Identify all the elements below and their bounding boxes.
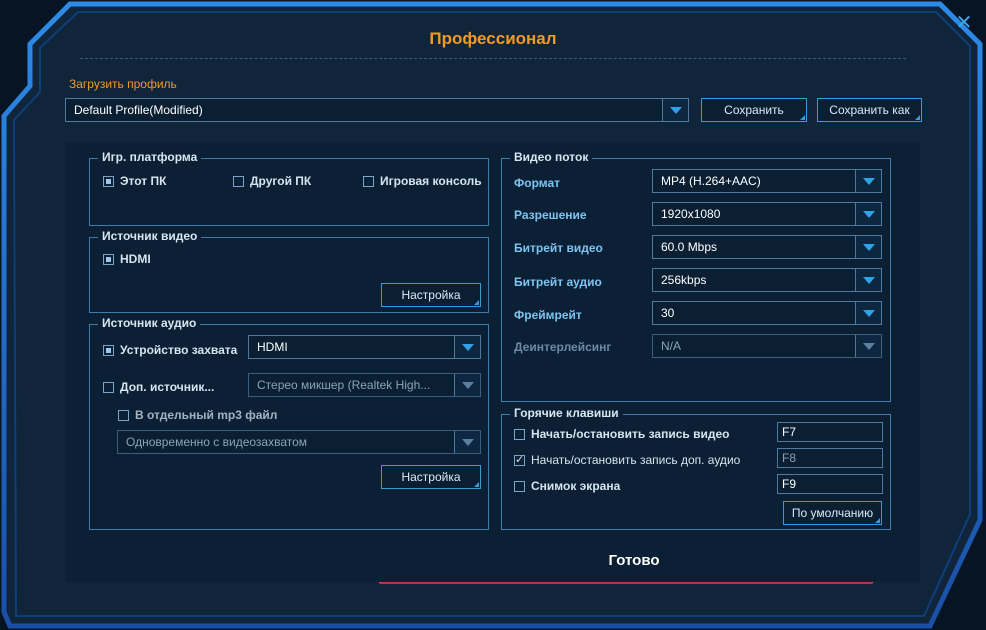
chevron-down-icon[interactable] — [855, 269, 881, 291]
hotkey-screenshot-label: Снимок экрана — [531, 479, 621, 493]
game-platform-title: Игр. платформа — [98, 150, 202, 164]
game-platform-group: Игр. платформа — [89, 150, 489, 226]
deinterlacing-label: Деинтерлейсинг — [514, 340, 612, 354]
platform-this-pc-label: Этот ПК — [120, 174, 167, 188]
capture-device-checkbox[interactable]: Устройство захвата — [103, 343, 237, 357]
checkbox-box[interactable] — [233, 175, 244, 187]
framerate-select[interactable]: 30 — [652, 301, 882, 325]
chevron-down-icon[interactable] — [454, 336, 480, 358]
chevron-down-icon[interactable] — [454, 374, 480, 396]
format-label: Формат — [514, 176, 561, 190]
hotkey-record-audio-checkbox[interactable]: Начать/остановить запись доп. аудио — [514, 453, 740, 467]
checkbox-box[interactable] — [514, 453, 525, 466]
extra-source-checkbox[interactable]: Доп. источник... — [103, 380, 214, 394]
capture-device-select[interactable]: HDMI — [248, 335, 481, 359]
checkbox-box[interactable] — [118, 409, 129, 421]
capture-device-value: HDMI — [257, 340, 288, 354]
extra-source-label: Доп. источник... — [120, 380, 215, 394]
window-title: Профессионал — [429, 29, 557, 48]
hotkey-record-video-checkbox[interactable]: Начать/остановить запись видео — [514, 427, 729, 441]
hotkey-record-video-input[interactable]: F7 — [777, 422, 883, 442]
hotkeys-defaults-button[interactable]: По умолчанию — [783, 501, 882, 525]
hotkey-screenshot-input[interactable]: F9 — [777, 474, 883, 494]
professional-settings-window: ✕ Профессионал Загрузить профиль Default… — [0, 0, 986, 630]
resolution-value: 1920x1080 — [661, 207, 721, 221]
hotkey-record-video-label: Начать/остановить запись видео — [531, 427, 730, 441]
checkbox-box[interactable] — [103, 381, 114, 393]
mp3-file-label: В отдельный mp3 файл — [135, 408, 278, 422]
format-value: MP4 (H.264+AAC) — [661, 174, 761, 188]
video-source-settings-button[interactable]: Настройка — [381, 283, 481, 307]
extra-source-value: Стерео микшер (Realtek High... — [257, 378, 431, 392]
extra-source-select[interactable]: Стерео микшер (Realtek High... — [248, 373, 481, 397]
checkbox-box[interactable] — [363, 175, 374, 187]
profile-select-value: Default Profile(Modified) — [74, 103, 203, 117]
title-divider — [80, 58, 906, 59]
audio-bitrate-select[interactable]: 256kbps — [652, 268, 882, 292]
save-profile-as-button[interactable]: Сохранить как — [817, 98, 922, 122]
resolution-label: Разрешение — [514, 208, 587, 222]
framerate-label: Фреймрейт — [514, 308, 582, 322]
done-button-label: Готово — [608, 552, 660, 569]
video-source-title: Источник видео — [98, 229, 202, 243]
video-stream-title: Видео поток — [510, 150, 593, 164]
platform-console-label: Игровая консоль — [380, 174, 482, 188]
capture-device-label: Устройство захвата — [120, 343, 238, 357]
deinterlacing-value: N/A — [661, 339, 682, 353]
video-source-hdmi-checkbox[interactable]: HDMI — [103, 252, 151, 266]
chevron-down-icon[interactable] — [855, 236, 881, 258]
audio-bitrate-label: Битрейт аудио — [514, 275, 602, 289]
chevron-down-icon[interactable] — [662, 99, 688, 121]
chevron-down-icon[interactable] — [855, 203, 881, 225]
mp3-mode-select[interactable]: Одновременно с видеозахватом — [117, 430, 481, 454]
load-profile-label: Загрузить профиль — [69, 77, 177, 91]
video-bitrate-value: 60.0 Mbps — [661, 240, 718, 254]
hotkey-record-audio-input[interactable]: F8 — [777, 448, 883, 468]
audio-bitrate-value: 256kbps — [661, 273, 707, 287]
audio-source-title: Источник аудио — [98, 316, 201, 330]
chevron-down-icon[interactable] — [855, 335, 881, 357]
framerate-value: 30 — [661, 306, 675, 320]
mp3-mode-value: Одновременно с видеозахватом — [126, 435, 308, 449]
hotkey-record-audio-label: Начать/остановить запись доп. аудио — [531, 453, 741, 467]
hotkeys-title: Горячие клавиши — [510, 406, 623, 420]
checkbox-box[interactable] — [103, 344, 114, 356]
mp3-file-checkbox[interactable]: В отдельный mp3 файл — [118, 408, 277, 422]
checkbox-box[interactable] — [514, 480, 525, 492]
checkbox-box[interactable] — [514, 428, 525, 440]
platform-console-checkbox[interactable]: Игровая консоль — [363, 174, 482, 188]
video-bitrate-label: Битрейт видео — [514, 241, 603, 255]
video-source-hdmi-label: HDMI — [120, 252, 151, 266]
audio-source-settings-button[interactable]: Настройка — [381, 465, 481, 489]
platform-other-pc-label: Другой ПК — [250, 174, 312, 188]
chevron-down-icon[interactable] — [454, 431, 480, 453]
save-profile-button[interactable]: Сохранить — [701, 98, 807, 122]
format-select[interactable]: MP4 (H.264+AAC) — [652, 169, 882, 193]
chevron-down-icon[interactable] — [855, 302, 881, 324]
checkbox-box[interactable] — [103, 253, 114, 265]
deinterlacing-select[interactable]: N/A — [652, 334, 882, 358]
platform-other-pc-checkbox[interactable]: Другой ПК — [233, 174, 311, 188]
platform-this-pc-checkbox[interactable]: Этот ПК — [103, 174, 166, 188]
profile-select[interactable]: Default Profile(Modified) — [65, 98, 689, 122]
video-bitrate-select[interactable]: 60.0 Mbps — [652, 235, 882, 259]
checkbox-box[interactable] — [103, 175, 114, 187]
hotkey-screenshot-checkbox[interactable]: Снимок экрана — [514, 479, 620, 493]
resolution-select[interactable]: 1920x1080 — [652, 202, 882, 226]
chevron-down-icon[interactable] — [855, 170, 881, 192]
